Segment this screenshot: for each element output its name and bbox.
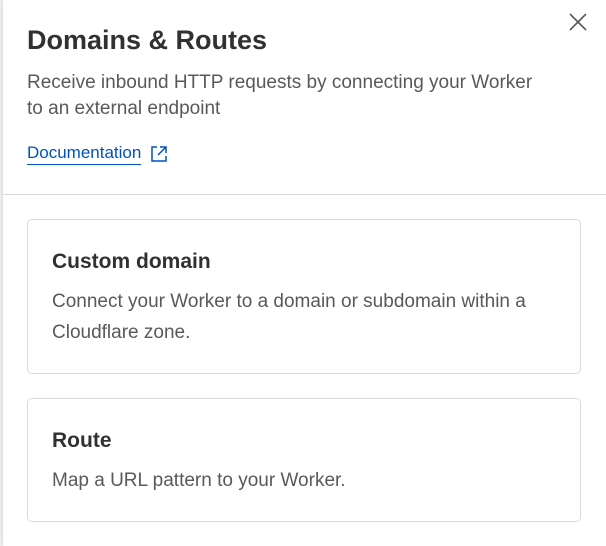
close-icon: [569, 13, 587, 31]
option-cards: Custom domain Connect your Worker to a d…: [3, 195, 606, 522]
domains-routes-panel: Domains & Routes Receive inbound HTTP re…: [3, 0, 606, 546]
panel-title: Domains & Routes: [27, 25, 268, 55]
panel-header: Domains & Routes Receive inbound HTTP re…: [3, 0, 606, 195]
close-button[interactable]: [564, 8, 592, 36]
custom-domain-card[interactable]: Custom domain Connect your Worker to a d…: [27, 219, 581, 374]
route-description: Map a URL pattern to your Worker.: [52, 470, 346, 491]
route-card[interactable]: Route Map a URL pattern to your Worker.: [27, 398, 581, 522]
external-link-icon[interactable]: [149, 144, 169, 164]
custom-domain-description: Connect your Worker to a domain or subdo…: [52, 291, 526, 343]
custom-domain-title: Custom domain: [52, 250, 211, 273]
panel-description: Receive inbound HTTP requests by connect…: [27, 72, 533, 119]
documentation-link-row: Documentation: [27, 142, 582, 165]
route-title: Route: [52, 429, 112, 452]
documentation-link[interactable]: Documentation: [27, 142, 142, 165]
